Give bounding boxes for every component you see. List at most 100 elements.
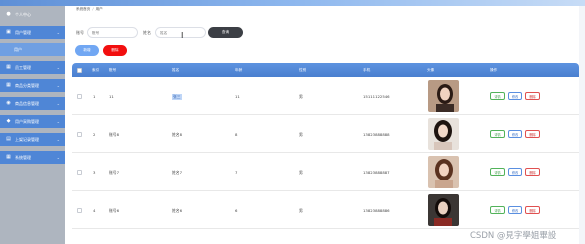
cell-age: 11 xyxy=(235,94,240,99)
row-checkbox[interactable] xyxy=(77,208,82,213)
location-icon: ◉ xyxy=(6,100,11,106)
sidebar-item-label: 员工管理 xyxy=(15,64,31,70)
sidebar: ● 个人中心 ▣ 用户管理 ⌄ 用户 ▦ 员工管理 ⌄ ▦ 商品分类管理 ⌄ ◉… xyxy=(0,6,65,244)
grid-icon: ▦ xyxy=(6,64,11,70)
sidebar-subitem-label: 用户 xyxy=(14,46,22,52)
account-search-input[interactable] xyxy=(87,27,138,38)
edit-button[interactable]: 修改 xyxy=(508,130,522,138)
delete-button[interactable]: 删除 xyxy=(525,130,540,138)
cell-name: 姓名6 xyxy=(172,208,183,213)
shield-icon: ◆ xyxy=(6,118,11,124)
cell-account: 账号6 xyxy=(109,208,120,213)
avatar xyxy=(428,194,459,226)
table-header: 索引 账号 姓名 年龄 性别 手机 头像 操作 xyxy=(72,63,579,77)
cell-phone: 13823888888 xyxy=(363,132,390,137)
select-all-checkbox[interactable] xyxy=(77,68,82,73)
user-icon: ● xyxy=(6,11,11,17)
sidebar-item-listing-management[interactable]: ▤ 上架记录管理 ⌄ xyxy=(0,133,65,146)
batch-delete-button[interactable]: 删除 xyxy=(103,45,127,56)
sidebar-item-label: 上架记录管理 xyxy=(15,136,39,142)
chevron-down-icon: ⌄ xyxy=(56,83,60,88)
cell-name: 张三 xyxy=(172,94,182,100)
delete-button[interactable]: 删除 xyxy=(525,168,540,176)
cell-gender: 男 xyxy=(299,208,303,213)
cell-phone: 13823888887 xyxy=(363,170,390,175)
cell-account: 账号8 xyxy=(109,132,120,137)
sidebar-subitem-user[interactable]: 用户 xyxy=(0,43,65,56)
edit-button[interactable]: 修改 xyxy=(508,168,522,176)
add-button[interactable]: 新增 xyxy=(75,45,99,56)
sidebar-item-label: 系统管理 xyxy=(15,154,31,160)
avatar xyxy=(428,80,459,112)
cell-account: 11 xyxy=(109,94,114,99)
query-button[interactable]: 查询 xyxy=(208,27,243,38)
column-header-gender: 性别 xyxy=(299,68,307,72)
sidebar-item-category-management[interactable]: ▦ 商品分类管理 ⌄ xyxy=(0,79,65,92)
sidebar-item-label: 商品信息管理 xyxy=(15,100,39,106)
sidebar-item-employee-management[interactable]: ▦ 员工管理 ⌄ xyxy=(0,61,65,74)
avatar xyxy=(428,156,459,188)
edit-button[interactable]: 修改 xyxy=(508,206,522,214)
delete-button[interactable]: 删除 xyxy=(525,206,540,214)
column-header-age: 年龄 xyxy=(235,68,243,72)
chevron-down-icon: ⌄ xyxy=(56,119,60,124)
table-row: 2 账号8 姓名8 8 男 13823888888 详情 修改 删除 xyxy=(72,115,579,153)
chevron-down-icon: ⌄ xyxy=(56,155,60,160)
name-search-label: 姓名 xyxy=(143,30,151,35)
cell-gender: 男 xyxy=(299,132,303,137)
watermark-text: CSDN @見字學姐畢設 xyxy=(470,231,557,241)
column-header-avatar: 头像 xyxy=(427,68,435,72)
cell-index: 1 xyxy=(93,94,96,99)
cell-name: 姓名7 xyxy=(172,170,183,175)
detail-button[interactable]: 详情 xyxy=(490,130,505,138)
sidebar-item-label: 用户采购管理 xyxy=(15,118,39,124)
top-header-bar xyxy=(0,0,585,6)
sidebar-item-label: 商品分类管理 xyxy=(15,82,39,88)
chevron-down-icon: ⌄ xyxy=(56,30,60,35)
row-checkbox[interactable] xyxy=(77,170,82,175)
column-header-index: 索引 xyxy=(92,68,100,72)
breadcrumb: 系统首页 / 用户 xyxy=(76,7,103,11)
sidebar-item-profile[interactable]: ● 个人中心 xyxy=(0,8,65,21)
scrollbar-track[interactable] xyxy=(579,6,585,244)
table-row: 3 账号7 姓名7 7 男 13823888887 详情 修改 删除 xyxy=(72,153,579,191)
sidebar-item-product-management[interactable]: ◉ 商品信息管理 ⌄ xyxy=(0,97,65,110)
delete-button[interactable]: 删除 xyxy=(525,92,540,100)
chevron-down-icon: ⌄ xyxy=(56,137,60,142)
cell-gender: 男 xyxy=(299,170,303,175)
user-table: 索引 账号 姓名 年龄 性别 手机 头像 操作 1 11 张三 11 男 151… xyxy=(72,63,579,229)
detail-button[interactable]: 详情 xyxy=(490,92,505,100)
users-icon: ▣ xyxy=(6,29,11,35)
cell-age: 8 xyxy=(235,132,238,137)
detail-button[interactable]: 详情 xyxy=(490,168,505,176)
column-header-name: 姓名 xyxy=(172,68,180,72)
cell-phone: 15111122546 xyxy=(363,94,390,99)
document-icon: ▤ xyxy=(6,136,11,142)
avatar xyxy=(428,118,459,150)
grid-icon: ▦ xyxy=(6,154,11,160)
sidebar-item-system-management[interactable]: ▦ 系统管理 ⌄ xyxy=(0,151,65,164)
breadcrumb-current: 用户 xyxy=(95,7,103,11)
cell-index: 4 xyxy=(93,208,96,213)
sidebar-item-user-management[interactable]: ▣ 用户管理 ⌄ xyxy=(0,26,65,39)
chevron-down-icon: ⌄ xyxy=(56,65,60,70)
row-checkbox[interactable] xyxy=(77,94,82,99)
row-checkbox[interactable] xyxy=(77,132,82,137)
table-row: 1 11 张三 11 男 15111122546 详情 修改 删除 xyxy=(72,77,579,115)
cell-index: 3 xyxy=(93,170,96,175)
cell-age: 6 xyxy=(235,208,238,213)
cell-phone: 13823888886 xyxy=(363,208,390,213)
cell-account: 账号7 xyxy=(109,170,120,175)
column-header-account: 账号 xyxy=(109,68,117,72)
chevron-down-icon: ⌄ xyxy=(56,101,60,106)
cell-gender: 男 xyxy=(299,94,303,99)
detail-button[interactable]: 详情 xyxy=(490,206,505,214)
table-row: 4 账号6 姓名6 6 男 13823888886 详情 修改 删除 xyxy=(72,191,579,229)
sidebar-item-purchase-management[interactable]: ◆ 用户采购管理 ⌄ xyxy=(0,115,65,128)
grid-icon: ▦ xyxy=(6,82,11,88)
account-search-label: 账号 xyxy=(76,30,84,35)
edit-button[interactable]: 修改 xyxy=(508,92,522,100)
cell-age: 7 xyxy=(235,170,238,175)
sidebar-item-label: 个人中心 xyxy=(15,11,31,17)
breadcrumb-home[interactable]: 系统首页 xyxy=(76,7,90,11)
